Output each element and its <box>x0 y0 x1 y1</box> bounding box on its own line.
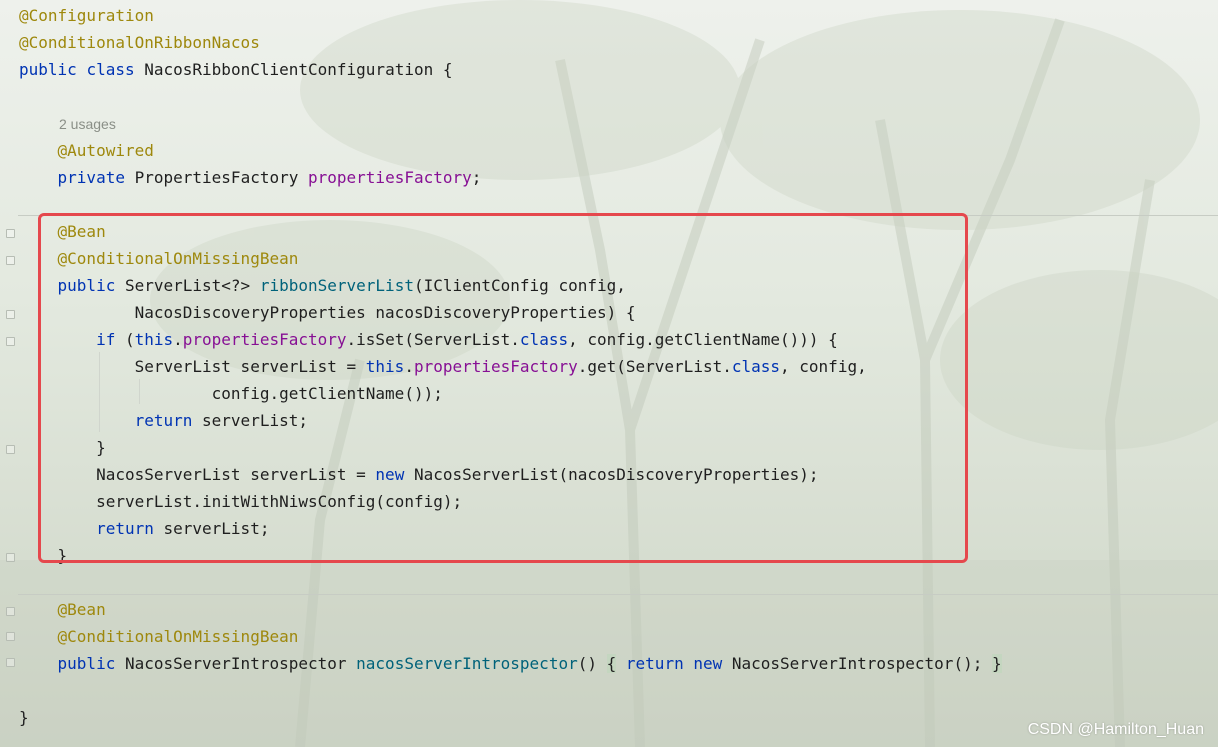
method-separator <box>18 594 1218 595</box>
code-line[interactable]: @Configuration <box>19 2 154 29</box>
fold-marker-icon[interactable] <box>6 445 15 454</box>
code-token: PropertiesFactory <box>124 168 308 187</box>
code-token: NacosServerIntrospector <box>115 654 357 673</box>
fold-marker-icon[interactable] <box>6 337 15 346</box>
editor-gutter <box>0 0 18 747</box>
fold-marker-icon[interactable] <box>6 310 15 319</box>
code-token: @Autowired <box>57 141 154 160</box>
code-token: nacosServerIntrospector <box>356 654 578 673</box>
code-token: @Configuration <box>19 6 154 25</box>
fold-marker-icon[interactable] <box>6 256 15 265</box>
code-token: } <box>19 708 29 727</box>
code-token: public <box>19 60 77 79</box>
code-line[interactable]: public class NacosRibbonClientConfigurat… <box>19 56 453 83</box>
code-token: return <box>625 654 684 673</box>
code-token: @ConditionalOnMissingBean <box>57 627 299 646</box>
code-token: @ConditionalOnRibbonNacos <box>19 33 260 52</box>
code-line[interactable]: @ConditionalOnRibbonNacos <box>19 29 260 56</box>
highlight-box <box>38 213 968 563</box>
fold-marker-icon[interactable] <box>6 632 15 641</box>
fold-marker-icon[interactable] <box>6 229 15 238</box>
code-token: @Bean <box>57 600 106 619</box>
fold-marker-icon[interactable] <box>6 658 15 667</box>
code-line[interactable]: private PropertiesFactory propertiesFact… <box>19 164 482 191</box>
code-line[interactable]: @Bean <box>19 596 106 623</box>
code-line[interactable]: public NacosServerIntrospector nacosServ… <box>19 650 1002 677</box>
code-line[interactable]: @Autowired <box>19 137 154 164</box>
code-token: class <box>86 60 135 79</box>
code-token: ; <box>471 168 482 187</box>
code-token: private <box>57 168 125 187</box>
code-token: public <box>57 654 116 673</box>
code-token: } <box>991 654 1002 673</box>
code-line[interactable]: } <box>19 704 29 731</box>
code-token: new <box>693 654 723 673</box>
watermark: CSDN @Hamilton_Huan <box>1027 721 1204 738</box>
fold-marker-icon[interactable] <box>6 553 15 562</box>
code-token: () <box>577 654 607 673</box>
code-token: NacosServerIntrospector(); <box>722 654 992 673</box>
usages-inlay-hint[interactable]: 2 usages <box>59 114 116 134</box>
fold-marker-icon[interactable] <box>6 607 15 616</box>
code-line[interactable]: @ConditionalOnMissingBean <box>19 623 299 650</box>
code-token: { <box>606 654 617 673</box>
code-token: propertiesFactory <box>308 168 472 187</box>
code-token: NacosRibbonClientConfiguration { <box>134 60 453 79</box>
